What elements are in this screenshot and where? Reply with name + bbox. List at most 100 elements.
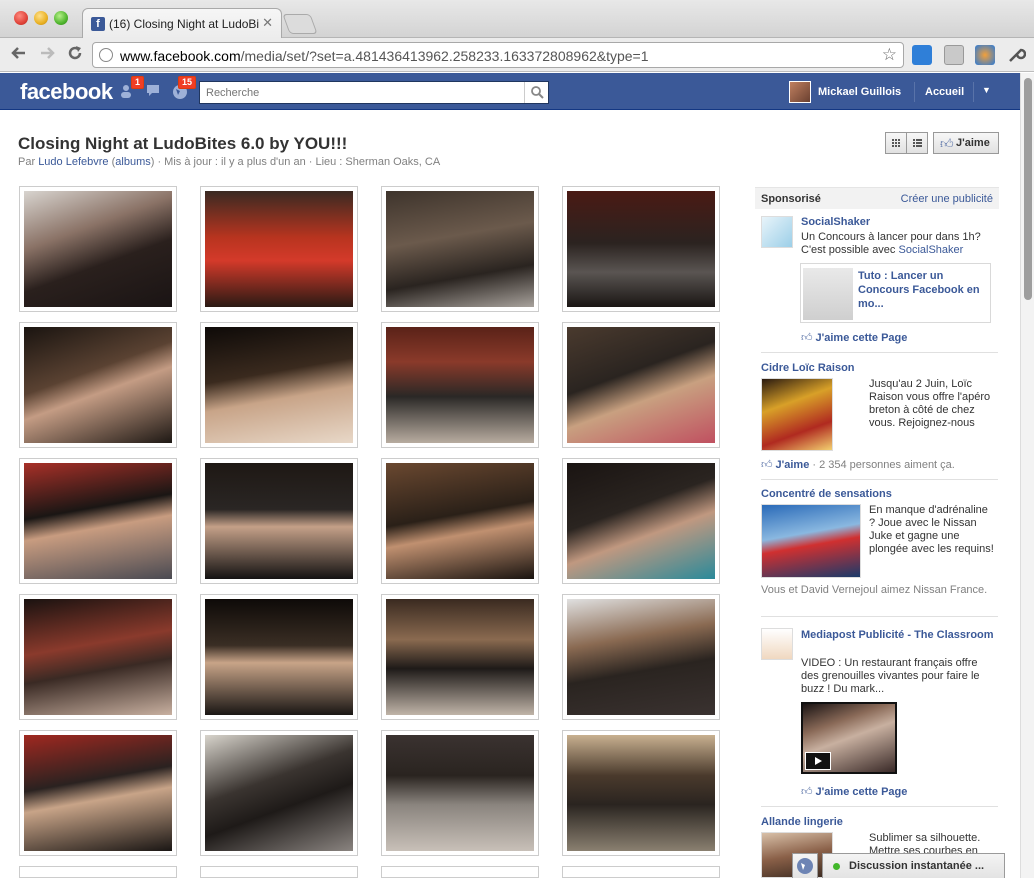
photo-thumbnail[interactable]	[381, 186, 539, 312]
album-title: Closing Night at LudoBites 6.0 by YOU!!!	[18, 134, 348, 153]
photo-thumbnail[interactable]	[19, 458, 177, 584]
photo-image	[205, 735, 353, 851]
ad-like-page[interactable]: 👍︎ J'aime · 2 354 personnes aiment ça.	[761, 458, 955, 471]
user-avatar[interactable]	[789, 81, 811, 103]
address-bar[interactable]: www.facebook.com/media/set/?set=a.481436…	[92, 42, 904, 68]
ad-divider	[761, 352, 998, 353]
bookmark-star-icon[interactable]: ☆	[882, 45, 897, 65]
photo-thumbnail[interactable]	[19, 322, 177, 448]
extension-screen-icon[interactable]	[912, 45, 932, 65]
nav-divider	[914, 82, 915, 102]
tab-close-icon[interactable]: ✕	[262, 15, 273, 31]
scrollbar-thumb[interactable]	[1024, 78, 1032, 300]
photo-thumbnail[interactable]	[19, 866, 177, 878]
photo-thumbnail[interactable]	[381, 322, 539, 448]
photo-thumbnail[interactable]	[562, 322, 720, 448]
ad-title[interactable]: Allande lingerie	[761, 816, 843, 828]
close-window-button[interactable]	[14, 11, 28, 25]
messages-icon[interactable]	[146, 84, 162, 98]
chat-bar[interactable]: Discussion instantanée ...	[822, 853, 1005, 878]
ad-title[interactable]: Concentré de sensations	[761, 488, 892, 500]
grid-view-button[interactable]	[885, 132, 907, 154]
photo-thumbnail[interactable]	[562, 186, 720, 312]
page-scrollbar[interactable]	[1020, 73, 1034, 878]
facebook-favicon-icon: f	[91, 17, 105, 31]
ad-divider	[761, 806, 998, 807]
ad-video-thumbnail[interactable]	[801, 702, 897, 774]
author-link[interactable]: Ludo Lefebvre	[38, 156, 108, 168]
ad-social-context: Vous et David Vernejoul aimez Nissan Fra…	[761, 584, 988, 596]
photo-image	[24, 191, 172, 307]
browser-tab[interactable]: f (16) Closing Night at LudoBites ✕	[82, 8, 282, 39]
photo-thumbnail[interactable]	[200, 186, 358, 312]
ad-logo[interactable]	[761, 628, 793, 660]
like-album-button[interactable]: 👍︎ J'aime	[933, 132, 999, 154]
photo-image	[24, 599, 172, 715]
photo-thumbnail[interactable]	[200, 322, 358, 448]
photo-thumbnail[interactable]	[562, 730, 720, 856]
photo-image	[24, 327, 172, 443]
photo-image	[24, 735, 172, 851]
ad-image[interactable]	[761, 504, 861, 578]
ad-nested-post[interactable]: Tuto : Lancer un Concours Facebook en mo…	[800, 263, 991, 323]
albums-link[interactable]: albums	[115, 156, 150, 168]
ad-like-page[interactable]: 👍︎ J'aime cette Page	[801, 331, 907, 344]
ad-title[interactable]: SocialShaker	[801, 216, 870, 228]
photo-image	[205, 327, 353, 443]
photo-thumbnail[interactable]	[19, 594, 177, 720]
ad-title[interactable]: Mediapost Publicité - The Classroom	[801, 628, 997, 642]
photo-thumbnail[interactable]	[381, 866, 539, 878]
notifications-globe-icon[interactable]: 15	[172, 76, 196, 99]
facebook-logo[interactable]: facebook	[20, 79, 113, 105]
photo-thumbnail[interactable]	[200, 866, 358, 878]
chat-globe-icon[interactable]	[792, 853, 818, 878]
ad-divider	[761, 479, 998, 480]
ad-like-page[interactable]: 👍︎ J'aime cette Page	[801, 785, 907, 798]
home-link[interactable]: Accueil	[925, 86, 964, 98]
wrench-icon[interactable]	[1006, 45, 1027, 65]
zoom-window-button[interactable]	[54, 11, 68, 25]
friend-requests-badge: 1	[130, 76, 144, 89]
photo-thumbnail[interactable]	[562, 594, 720, 720]
photo-thumbnail[interactable]	[381, 730, 539, 856]
account-menu-chevron-down-icon[interactable]: ▼	[982, 85, 991, 95]
nav-divider	[973, 82, 974, 102]
sponsored-label: Sponsorisé	[761, 193, 821, 205]
photo-image	[567, 735, 715, 851]
search-input[interactable]	[200, 82, 525, 103]
photo-thumbnail[interactable]	[381, 594, 539, 720]
socialshaker-logo[interactable]	[761, 216, 793, 248]
photo-thumbnail[interactable]	[200, 594, 358, 720]
ad-nested-title[interactable]: Tuto : Lancer un Concours Facebook en mo…	[858, 269, 986, 311]
list-view-button[interactable]	[906, 132, 928, 154]
reload-icon[interactable]	[64, 43, 86, 68]
search-button[interactable]	[524, 82, 548, 103]
new-tab-button[interactable]	[282, 14, 318, 34]
photo-thumbnail[interactable]	[19, 730, 177, 856]
ad-image[interactable]	[761, 378, 833, 451]
forward-arrow-icon[interactable]	[36, 43, 58, 68]
ad-divider	[761, 616, 998, 617]
photo-thumbnail[interactable]	[200, 458, 358, 584]
photo-thumbnail[interactable]	[562, 866, 720, 878]
photo-image	[567, 599, 715, 715]
play-icon[interactable]	[805, 752, 831, 770]
thumbs-up-icon: 👍︎	[761, 459, 773, 471]
photo-thumbnail[interactable]	[562, 458, 720, 584]
online-status-icon	[833, 863, 840, 870]
ad-title[interactable]: Cidre Loïc Raison	[761, 362, 855, 374]
sponsored-header: Sponsorisé Créer une publicité	[755, 187, 999, 209]
photo-thumbnail[interactable]	[200, 730, 358, 856]
ad-text: Jusqu'au 2 Juin, Loïc Raison vous offre …	[869, 378, 991, 429]
user-name-link[interactable]: Mickael Guillois	[818, 86, 901, 98]
extension-globe-icon[interactable]	[975, 45, 995, 65]
print-icon[interactable]	[944, 45, 964, 65]
photo-thumbnail[interactable]	[19, 186, 177, 312]
friend-requests-icon[interactable]: 1	[120, 76, 144, 98]
ad-inline-link[interactable]: SocialShaker	[898, 244, 963, 256]
photo-thumbnail[interactable]	[381, 458, 539, 584]
photo-image	[205, 191, 353, 307]
back-arrow-icon[interactable]	[8, 43, 30, 68]
create-ad-link[interactable]: Créer une publicité	[901, 193, 993, 205]
minimize-window-button[interactable]	[34, 11, 48, 25]
